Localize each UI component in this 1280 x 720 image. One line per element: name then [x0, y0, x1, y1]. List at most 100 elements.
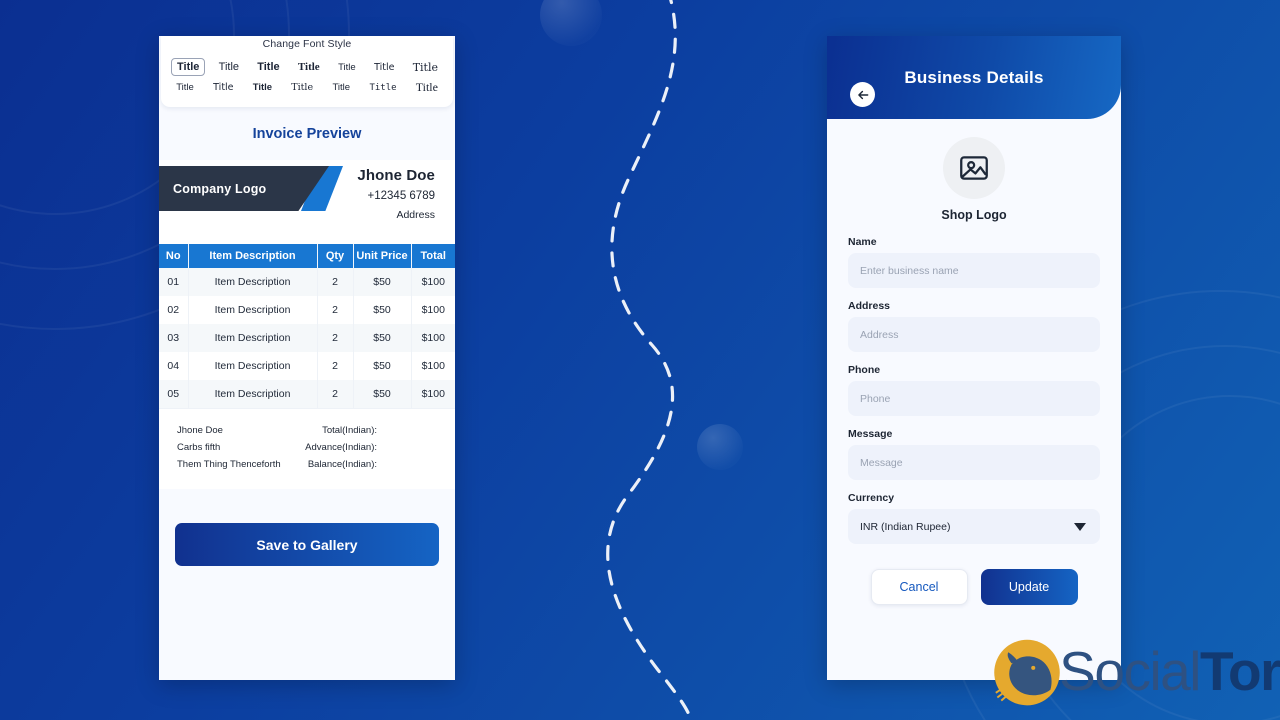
customer-phone: +12345 6789	[367, 190, 435, 202]
business-message-input[interactable]	[848, 445, 1100, 480]
item-no: 04	[159, 352, 189, 380]
item-qty: 2	[317, 380, 354, 408]
item-unit-price: $50	[353, 296, 412, 324]
shop-logo-label: Shop Logo	[941, 208, 1007, 222]
business-name-input[interactable]	[848, 253, 1100, 288]
currency-select[interactable]	[848, 509, 1100, 544]
footer-right-advance: Advance(Indian):	[305, 442, 377, 453]
invoice-preview-heading: Invoice Preview	[252, 126, 362, 142]
footer-row: Them Thing Thenceforth Balance(Indian):	[177, 456, 437, 473]
font-option-11[interactable]: Title	[286, 80, 318, 95]
dashed-path-decoration	[606, 0, 693, 720]
field-group-name: Name	[848, 236, 1100, 288]
customer-address: Address	[396, 209, 435, 221]
business-details-form: Name Address Phone Message Currency Canc…	[827, 222, 1121, 605]
font-option-9[interactable]: Title	[208, 80, 238, 95]
arrow-left-icon	[857, 90, 868, 99]
update-button[interactable]: Update	[980, 569, 1078, 605]
column-header-total: Total	[411, 244, 455, 268]
invoice-items-table: No Item Description Qty Unit Price Total…	[159, 244, 455, 408]
item-total: $100	[411, 268, 455, 296]
label-message: Message	[848, 428, 893, 440]
item-no: 05	[159, 380, 189, 408]
footer-left-3: Them Thing Thenceforth	[177, 459, 281, 470]
table-row: 03 Item Description 2 $50 $100	[159, 324, 455, 352]
business-details-screen: Business Details Shop Logo Name Address …	[827, 36, 1121, 680]
column-header-description: Item Description	[188, 244, 318, 268]
item-qty: 2	[317, 268, 354, 296]
font-option-2[interactable]: Title	[214, 59, 244, 75]
business-phone-input[interactable]	[848, 381, 1100, 416]
shop-logo-button[interactable]	[943, 137, 1005, 199]
field-group-message: Message	[848, 428, 1100, 480]
font-option-1[interactable]: Title	[171, 58, 206, 76]
footer-left-2: Carbs fifth	[177, 442, 221, 453]
item-no: 02	[159, 296, 189, 324]
item-unit-price: $50	[353, 268, 412, 296]
font-option-5[interactable]: Title	[333, 60, 361, 75]
field-group-currency: Currency	[848, 492, 1100, 544]
font-style-title: Change Font Style	[262, 38, 352, 50]
footer-right-balance: Balance(Indian):	[307, 459, 377, 470]
item-description: Item Description	[188, 296, 318, 324]
item-total: $100	[411, 324, 455, 352]
font-option-3[interactable]: Title	[252, 59, 284, 75]
item-no: 01	[159, 268, 189, 296]
invoice-card: Company Logo Jhone Doe +12345 6789 Addre…	[159, 160, 455, 489]
table-row: 04 Item Description 2 $50 $100	[159, 352, 455, 380]
invoice-header: Company Logo Jhone Doe +12345 6789 Addre…	[159, 160, 455, 244]
form-action-buttons: Cancel Update	[848, 556, 1100, 605]
font-option-4[interactable]: Title	[293, 59, 325, 75]
back-button[interactable]	[850, 82, 875, 107]
table-header-row: No Item Description Qty Unit Price Total	[159, 244, 455, 268]
business-address-input[interactable]	[848, 317, 1100, 352]
column-header-qty: Qty	[317, 244, 354, 268]
font-option-13[interactable]: Title	[364, 81, 401, 95]
footer-row: Jhone Doe Total(Indian):	[177, 422, 437, 439]
table-row: 05 Item Description 2 $50 $100	[159, 380, 455, 408]
invoice-customer-block: Jhone Doe +12345 6789 Address	[357, 167, 435, 221]
socialtor-bird-logo-icon	[994, 639, 1060, 706]
company-logo-label: Company Logo	[173, 181, 267, 196]
column-header-no: No	[159, 244, 189, 268]
font-option-10[interactable]: Title	[248, 80, 277, 95]
font-option-8[interactable]: Title	[171, 80, 199, 95]
shop-logo-section: Shop Logo	[827, 119, 1121, 222]
table-row: 01 Item Description 2 $50 $100	[159, 268, 455, 296]
business-details-header: Business Details	[827, 36, 1121, 119]
font-option-12[interactable]: Title	[327, 80, 355, 95]
item-qty: 2	[317, 324, 354, 352]
footer-left-1: Jhone Doe	[177, 425, 223, 436]
item-unit-price: $50	[353, 352, 412, 380]
label-phone: Phone	[848, 364, 881, 376]
item-description: Item Description	[188, 352, 318, 380]
cancel-button[interactable]: Cancel	[870, 569, 968, 605]
item-total: $100	[411, 352, 455, 380]
font-option-6[interactable]: Title	[369, 60, 399, 75]
page-title: Business Details	[904, 67, 1044, 87]
invoice-footer: Jhone Doe Total(Indian): Carbs fifth Adv…	[159, 408, 455, 489]
font-option-7[interactable]: Title	[408, 59, 443, 76]
field-group-address: Address	[848, 300, 1100, 352]
company-logo-band: Company Logo	[159, 166, 329, 211]
item-description: Item Description	[188, 380, 318, 408]
customer-name: Jhone Doe	[357, 167, 435, 184]
image-placeholder-icon	[960, 156, 988, 180]
socialtor-watermark: SocialTor	[983, 632, 1280, 710]
label-address: Address	[848, 300, 891, 312]
table-row: 02 Item Description 2 $50 $100	[159, 296, 455, 324]
font-option-14[interactable]: Title	[411, 78, 443, 97]
save-to-gallery-button[interactable]: Save to Gallery	[175, 523, 439, 566]
item-description: Item Description	[188, 324, 318, 352]
item-qty: 2	[317, 296, 354, 324]
item-total: $100	[411, 296, 455, 324]
item-qty: 2	[317, 352, 354, 380]
item-unit-price: $50	[353, 380, 412, 408]
footer-row: Carbs fifth Advance(Indian):	[177, 439, 437, 456]
item-no: 03	[159, 324, 189, 352]
field-group-phone: Phone	[848, 364, 1100, 416]
item-description: Item Description	[188, 268, 318, 296]
column-header-unit-price: Unit Price	[353, 244, 412, 268]
font-style-card: Change Font Style Title Title Title Titl…	[161, 36, 453, 107]
currency-select-wrapper	[848, 509, 1100, 544]
